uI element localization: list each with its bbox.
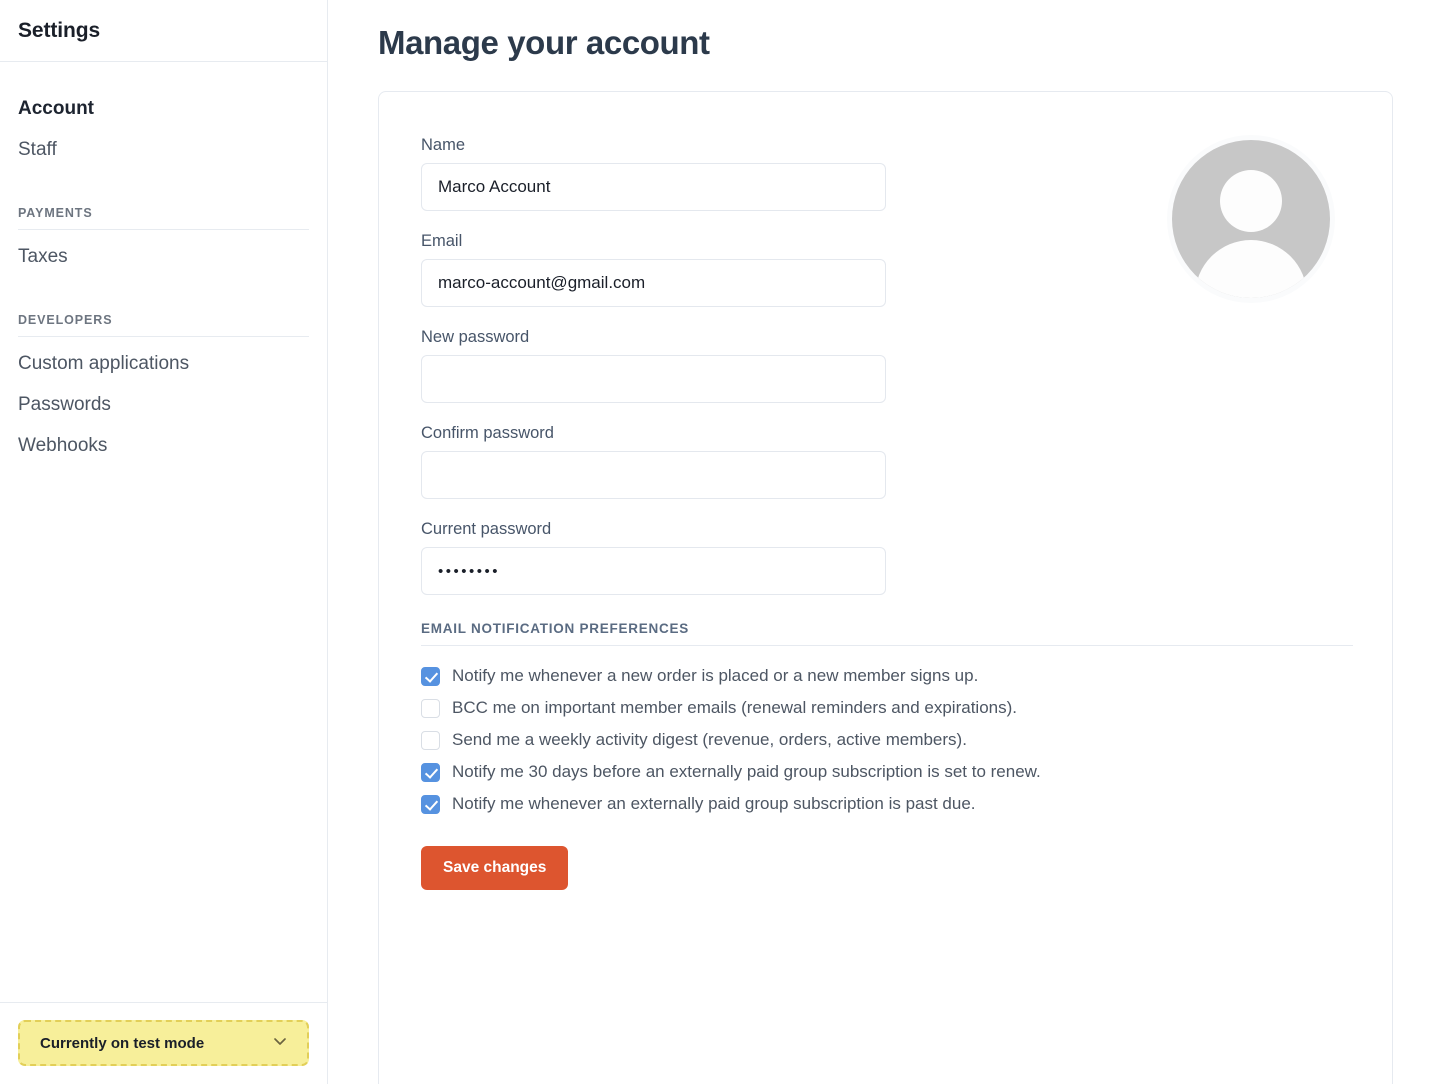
field-label: New password (421, 328, 530, 346)
field-email: Email (421, 232, 1151, 307)
main-content: Manage your account Name Email New passw… (328, 0, 1440, 1084)
name-input[interactable] (421, 163, 886, 211)
sidebar-item-passwords[interactable]: Passwords (0, 384, 327, 425)
save-changes-button[interactable]: Save changes (421, 846, 569, 890)
sidebar-section-divider (18, 229, 309, 230)
field-confirm-password: Confirm password (421, 424, 1151, 499)
preference-row[interactable]: BCC me on important member emails (renew… (421, 696, 1151, 720)
sidebar: Settings Account Staff PAYMENTS Taxes DE… (0, 0, 328, 1084)
field-label: Confirm password (421, 424, 554, 442)
field-name: Name (421, 136, 1151, 211)
preference-label: Notify me whenever an externally paid gr… (452, 794, 976, 813)
email-input[interactable] (421, 259, 886, 307)
sidebar-section-label: PAYMENTS (18, 206, 93, 220)
sidebar-item-label: Custom applications (18, 353, 190, 374)
sidebar-item-label: Taxes (18, 246, 68, 267)
preference-row[interactable]: Notify me whenever a new order is placed… (421, 664, 1151, 688)
account-form-card: Name Email New password Confirm password (378, 91, 1393, 1084)
preference-row[interactable]: Send me a weekly activity digest (revenu… (421, 728, 1151, 752)
preference-label: Notify me 30 days before an externally p… (452, 762, 1041, 781)
preferences-header: EMAIL NOTIFICATION PREFERENCES (421, 621, 690, 636)
confirm-password-input[interactable] (421, 451, 886, 499)
field-current-password: Current password (421, 520, 1151, 595)
chevron-down-icon[interactable] (271, 1032, 289, 1055)
sidebar-item-label: Passwords (18, 394, 111, 415)
sidebar-section-divider (18, 336, 309, 337)
sidebar-item-webhooks[interactable]: Webhooks (0, 425, 327, 466)
page-title: Manage your account (378, 24, 710, 61)
avatar-body-shape (1194, 240, 1307, 298)
sidebar-footer: Currently on test mode (0, 1002, 327, 1084)
sidebar-item-label: Account (18, 98, 94, 119)
sidebar-item-staff[interactable]: Staff (0, 129, 327, 170)
preference-row[interactable]: Notify me 30 days before an externally p… (421, 760, 1151, 784)
test-mode-label: Currently on test mode (40, 1034, 205, 1052)
preference-label: Send me a weekly activity digest (revenu… (452, 730, 967, 749)
default-avatar-icon[interactable] (1171, 140, 1330, 298)
preference-row[interactable]: Notify me whenever an externally paid gr… (421, 792, 1151, 816)
avatar-head-shape (1219, 170, 1282, 232)
checkbox-past-due[interactable] (421, 795, 440, 814)
current-password-input[interactable] (421, 547, 886, 595)
sidebar-section-label: DEVELOPERS (18, 313, 113, 327)
field-label: Current password (421, 520, 552, 538)
account-form-fields: Name Email New password Confirm password (421, 136, 1353, 1084)
new-password-input[interactable] (421, 355, 886, 403)
checkbox-new-order[interactable] (421, 667, 440, 686)
sidebar-item-account[interactable]: Account (0, 88, 327, 129)
checkbox-bcc-member-emails[interactable] (421, 699, 440, 718)
sidebar-section-developers: DEVELOPERS (0, 313, 327, 337)
sidebar-section-payments-items: Taxes (0, 236, 327, 277)
sidebar-header: Settings (0, 0, 327, 62)
preference-label: BCC me on important member emails (renew… (452, 698, 1017, 717)
preference-label: Notify me whenever a new order is placed… (452, 666, 979, 685)
preferences-list: Notify me whenever a new order is placed… (421, 664, 1151, 816)
sidebar-item-taxes[interactable]: Taxes (0, 236, 327, 277)
field-new-password: New password (421, 328, 1151, 403)
field-label: Name (421, 136, 466, 154)
sidebar-section-developers-items: Custom applications Passwords Webhooks (0, 343, 327, 466)
sidebar-nav: Account Staff PAYMENTS Taxes DEVELOPERS (0, 62, 327, 1002)
sidebar-item-label: Staff (18, 139, 57, 160)
sidebar-title: Settings (18, 18, 101, 42)
avatar-column (1151, 136, 1350, 1084)
test-mode-banner[interactable]: Currently on test mode (18, 1020, 309, 1066)
field-label: Email (421, 232, 463, 250)
sidebar-section-payments: PAYMENTS (0, 206, 327, 230)
checkbox-weekly-digest[interactable] (421, 731, 440, 750)
checkbox-renewal-30-days[interactable] (421, 763, 440, 782)
sidebar-item-custom-applications[interactable]: Custom applications (0, 343, 327, 384)
sidebar-item-label: Webhooks (18, 435, 108, 456)
settings-page: Settings Account Staff PAYMENTS Taxes DE… (0, 0, 1440, 1084)
